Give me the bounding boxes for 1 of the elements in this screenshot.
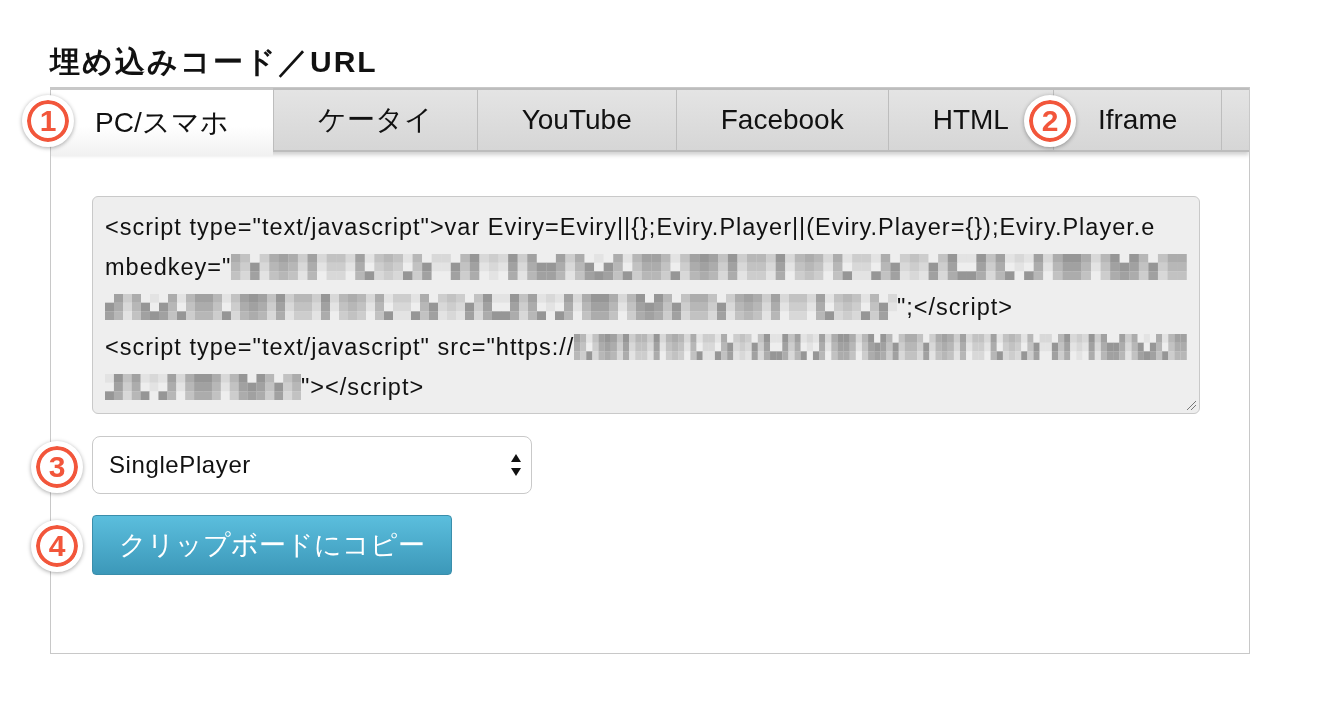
section-title: 埋め込みコード／URL <box>50 45 378 79</box>
